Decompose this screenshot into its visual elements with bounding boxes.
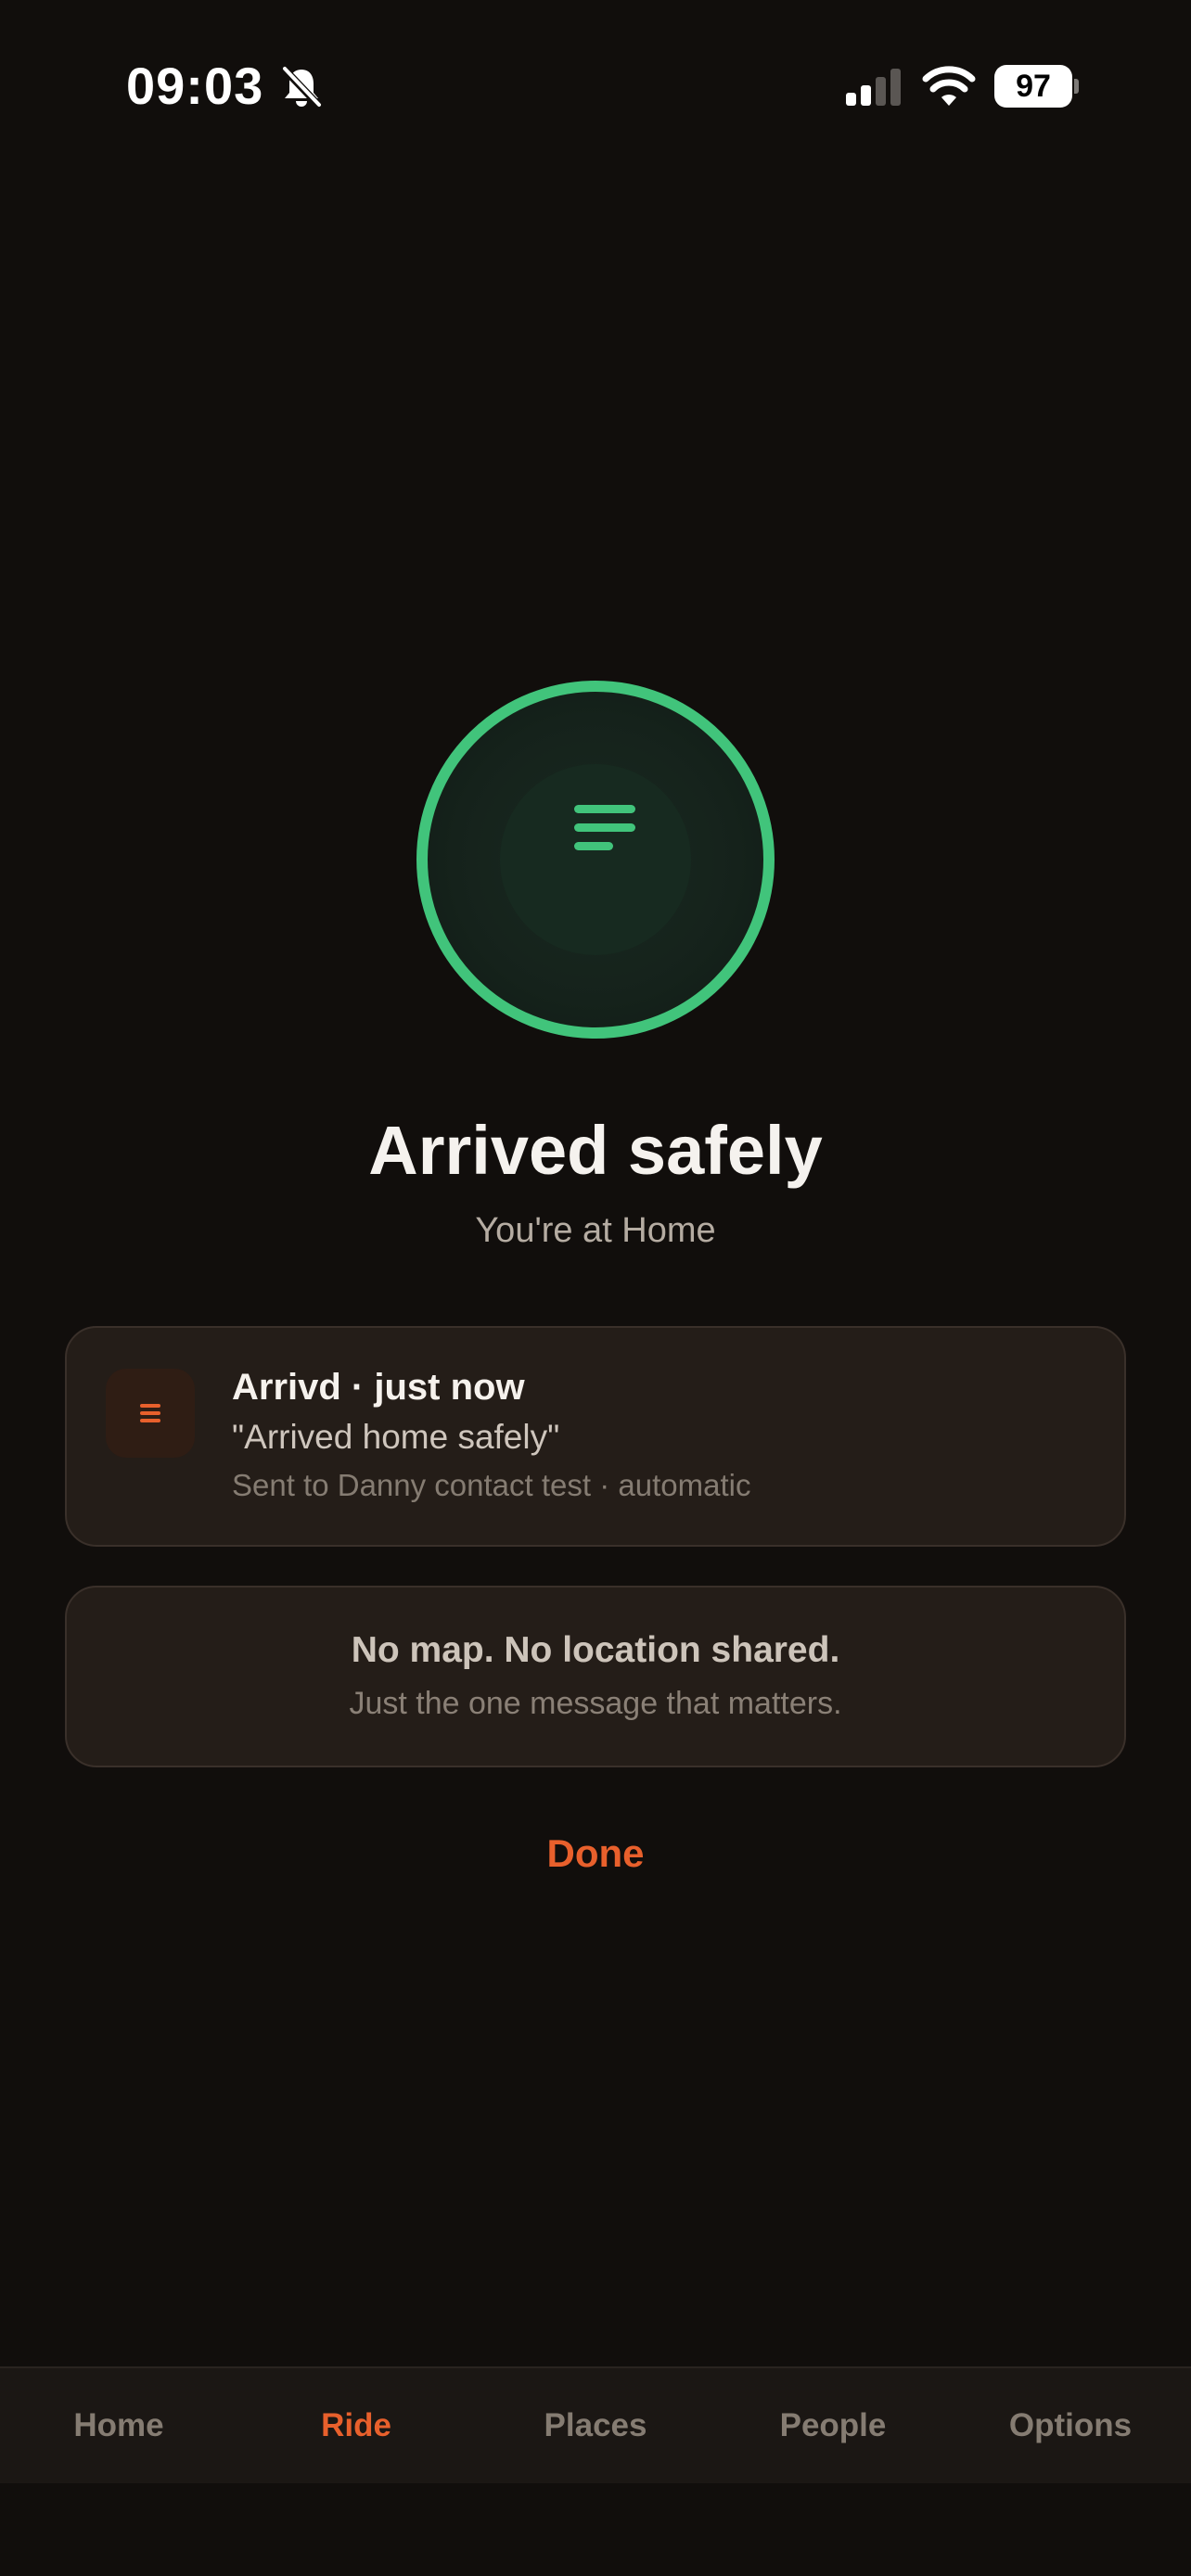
privacy-info-subtitle: Just the one message that matters.	[349, 1686, 842, 1721]
battery-icon: 97	[994, 65, 1079, 108]
privacy-info-title: No map. No location shared.	[351, 1630, 840, 1670]
notification-meta: Sent to Danny contact test · automatic	[232, 1468, 751, 1502]
tab-ride[interactable]: Ride	[237, 2368, 475, 2483]
status-bar: 09:03 97	[0, 0, 1191, 167]
tab-bar: Home Ride Places People Options	[0, 2366, 1191, 2483]
bell-slash-icon	[280, 65, 323, 109]
message-lines-icon	[574, 805, 635, 850]
tab-places[interactable]: Places	[477, 2368, 714, 2483]
done-button[interactable]: Done	[456, 1821, 735, 1886]
tab-home[interactable]: Home	[0, 2368, 237, 2483]
page-title: Arrived safely	[368, 1112, 823, 1189]
wifi-icon	[922, 66, 976, 106]
success-ring	[416, 681, 775, 1039]
message-lines-icon	[140, 1404, 160, 1422]
tab-people[interactable]: People	[714, 2368, 952, 2483]
cellular-signal-icon	[846, 69, 901, 106]
battery-cap	[1074, 79, 1079, 94]
notification-body: "Arrived home safely"	[232, 1418, 560, 1456]
tab-options[interactable]: Options	[952, 2368, 1189, 2483]
privacy-info-card: No map. No location shared. Just the one…	[65, 1586, 1126, 1767]
success-ring-inner	[500, 764, 691, 955]
notification-card: Arrivd · just now "Arrived home safely" …	[65, 1326, 1126, 1547]
notification-header: Arrivd · just now	[232, 1367, 525, 1408]
page-subtitle: You're at Home	[475, 1211, 716, 1250]
battery-level: 97	[1016, 69, 1051, 104]
app-icon	[106, 1369, 195, 1458]
status-time: 09:03	[126, 57, 264, 115]
